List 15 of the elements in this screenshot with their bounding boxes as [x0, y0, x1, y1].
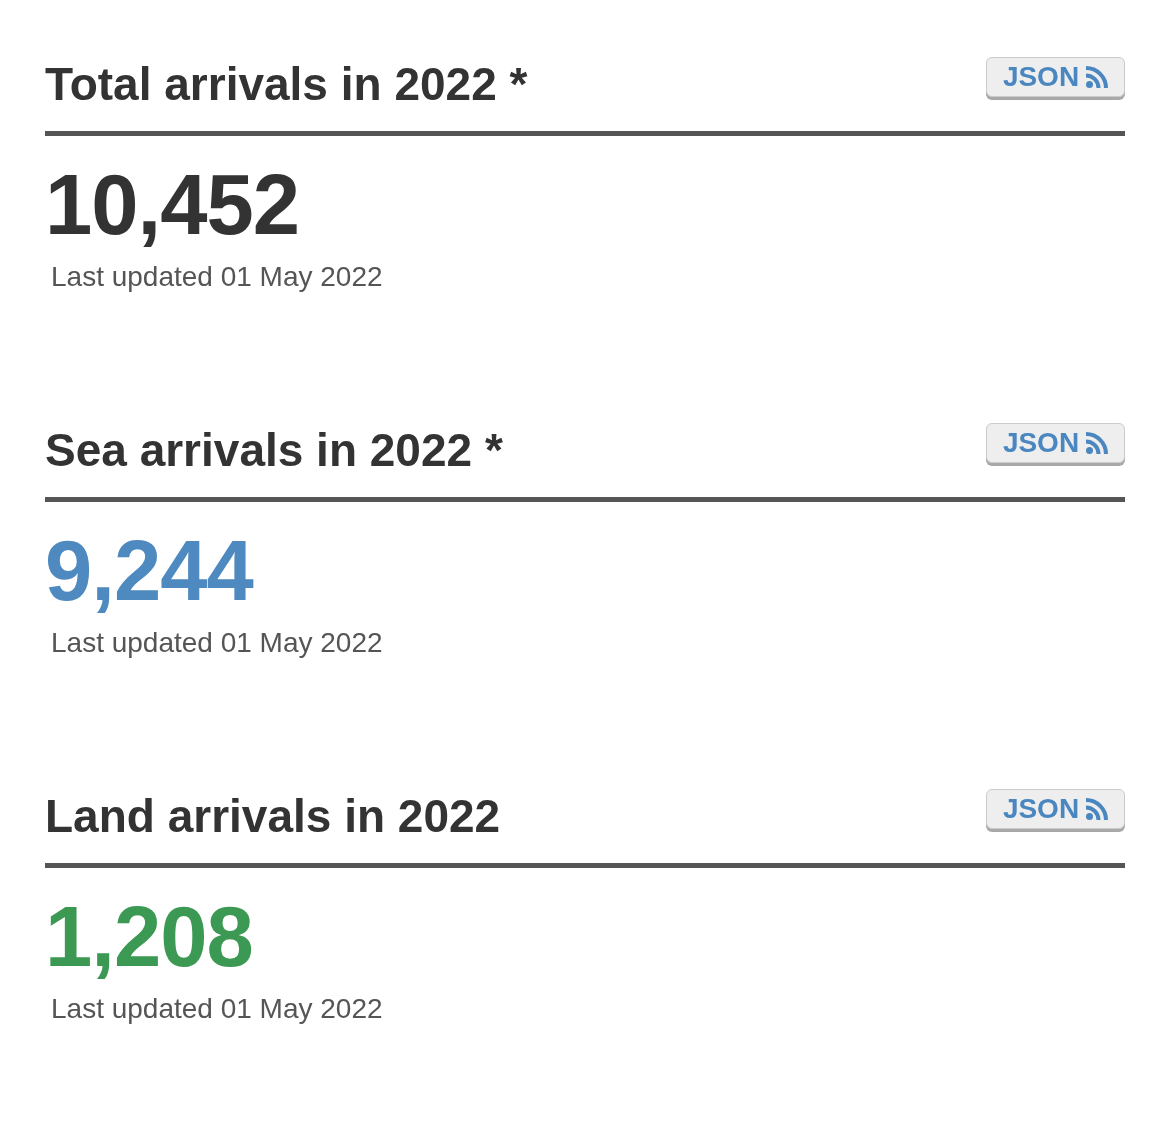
json-feed-button[interactable]: JSON — [986, 57, 1125, 97]
last-updated-text: Last updated 01 May 2022 — [51, 995, 383, 1023]
section-heading: Sea arrivals in 2022 * — [45, 423, 503, 478]
rss-icon — [1086, 798, 1109, 820]
last-updated-text: Last updated 01 May 2022 — [51, 263, 383, 291]
json-feed-button[interactable]: JSON — [986, 423, 1125, 463]
last-updated-text: Last updated 01 May 2022 — [51, 629, 383, 657]
arrival-count: 1,208 — [45, 894, 253, 979]
arrival-count: 9,244 — [45, 528, 253, 613]
arrival-count: 10,452 — [45, 162, 299, 247]
section-heading: Total arrivals in 2022 * — [45, 57, 528, 112]
json-feed-button[interactable]: JSON — [986, 789, 1125, 829]
rss-icon — [1086, 66, 1109, 88]
rss-icon — [1086, 432, 1109, 454]
section-heading: Land arrivals in 2022 — [45, 789, 501, 844]
